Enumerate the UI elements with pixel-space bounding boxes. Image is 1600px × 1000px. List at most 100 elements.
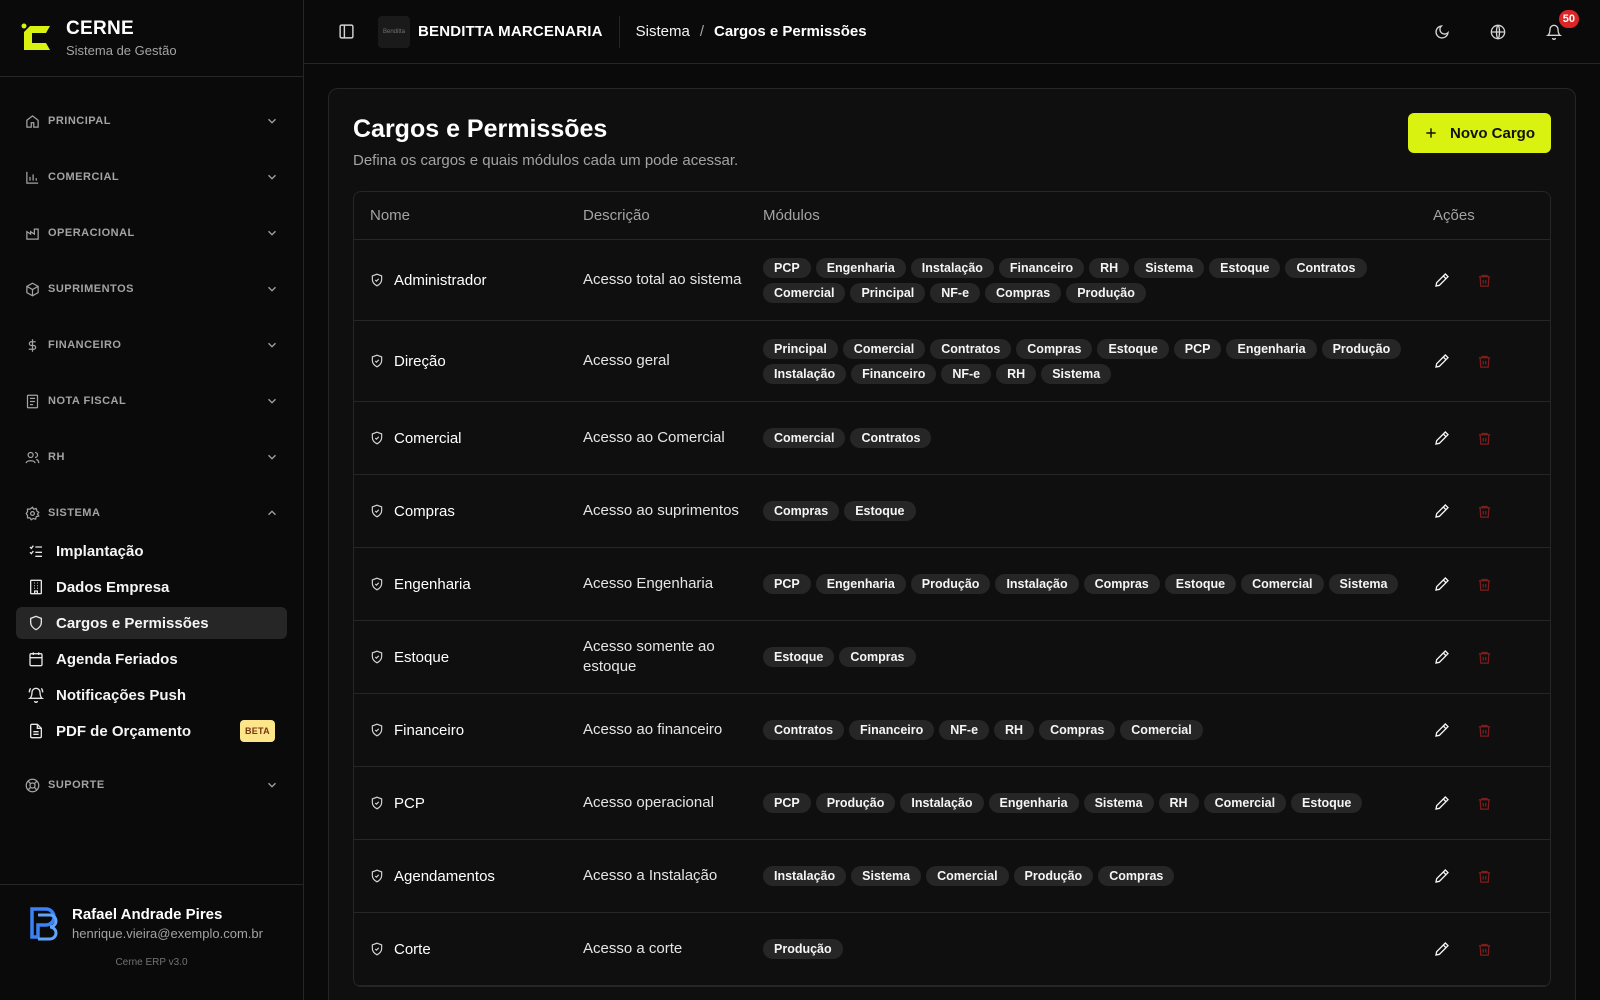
sidebar-section-sistema[interactable]: SISTEMA — [16, 485, 287, 541]
role-name: Corte — [394, 940, 431, 958]
sidebar-section-nota-fiscal[interactable]: NOTA FISCAL — [16, 373, 287, 429]
role-actions — [1417, 940, 1550, 958]
delete-button[interactable] — [1475, 648, 1493, 666]
breadcrumb-root[interactable]: Sistema — [636, 23, 690, 40]
module-tag: Engenharia — [1226, 338, 1317, 359]
chevron-down-icon — [265, 282, 279, 296]
divider — [618, 15, 620, 48]
role-actions — [1417, 271, 1550, 289]
breadcrumb-current: Cargos e Permissões — [713, 23, 867, 40]
module-tag: Engenharia — [988, 793, 1079, 813]
table-row: Direção Acesso geral Principal Comercial Con… — [354, 321, 1550, 402]
theme-toggle-button[interactable] — [1430, 20, 1454, 44]
table-row: Engenharia Acesso Engenharia PCP Engenharia… — [354, 548, 1550, 621]
trash-icon — [1478, 274, 1490, 287]
toggle-sidebar-button[interactable] — [334, 20, 358, 44]
new-role-button[interactable]: Novo Cargo — [1408, 113, 1551, 153]
delete-button[interactable] — [1475, 575, 1493, 593]
delete-button[interactable] — [1475, 867, 1493, 885]
delete-button[interactable] — [1475, 502, 1493, 520]
sidebar-section-suprimentos[interactable]: SUPRIMENTOS — [16, 261, 287, 317]
module-tag: Compras — [1039, 720, 1116, 740]
company-name[interactable]: BENDITTA MARCENARIA — [418, 23, 603, 40]
module-tag: Estoque — [1164, 574, 1237, 594]
edit-button[interactable] — [1433, 648, 1451, 666]
table-header: Nome Descrição Módulos Ações — [354, 192, 1550, 240]
table-row: Comercial Acesso ao Comercial Comercial Con… — [354, 402, 1550, 475]
sidebar-section-suporte[interactable]: SUPORTE — [16, 757, 287, 813]
sidebar-section-label: COMERCIAL — [48, 171, 120, 183]
module-tag: Instalação — [763, 866, 847, 886]
role-name: Engenharia — [394, 575, 471, 593]
module-tag: NF-e — [941, 363, 992, 384]
sidebar-item-cargos-permissoes[interactable]: Cargos e Permissões — [16, 607, 287, 639]
edit-button[interactable] — [1433, 575, 1451, 593]
sidebar-section-comercial[interactable]: COMERCIAL — [16, 149, 287, 205]
delete-button[interactable] — [1475, 794, 1493, 812]
delete-button[interactable] — [1475, 429, 1493, 447]
edit-button[interactable] — [1433, 502, 1451, 520]
notifications-button[interactable]: 50 — [1542, 9, 1579, 44]
module-tag: Engenharia — [815, 257, 906, 278]
sidebar-item-agenda-feriados[interactable]: Agenda Feriados — [16, 643, 287, 675]
delete-button[interactable] — [1475, 271, 1493, 289]
sidebar-item-label: Dados Empresa — [56, 578, 170, 596]
receipt-icon — [24, 393, 40, 409]
sidebar-section-financeiro[interactable]: FINANCEIRO — [16, 317, 287, 373]
brand-name: CERNE — [66, 18, 135, 39]
sidebar-item-dados-empresa[interactable]: Dados Empresa — [16, 571, 287, 603]
delete-button[interactable] — [1475, 721, 1493, 739]
pencil-icon — [1435, 869, 1449, 883]
edit-button[interactable] — [1433, 940, 1451, 958]
sidebar-item-notificacoes-push[interactable]: Notificações Push — [16, 679, 287, 711]
role-name-cell: Compras — [354, 503, 583, 520]
sidebar-section-operacional[interactable]: OPERACIONAL — [16, 205, 287, 261]
delete-button[interactable] — [1475, 352, 1493, 370]
table-row: Financeiro Acesso ao financeiro Contratos F… — [354, 694, 1550, 767]
sidebar-section-principal[interactable]: PRINCIPAL — [16, 93, 287, 149]
role-description: Acesso total ao sistema — [583, 271, 742, 288]
module-tag: PCP — [1173, 338, 1222, 359]
edit-button[interactable] — [1433, 794, 1451, 812]
brand-subtitle: Sistema de Gestão — [66, 43, 177, 58]
sidebar-item-pdf-orcamento[interactable]: PDF de Orçamento BETA — [16, 715, 287, 747]
role-actions — [1417, 794, 1550, 812]
module-tag: Comercial — [1241, 574, 1324, 594]
delete-button[interactable] — [1475, 940, 1493, 958]
module-tag: Comercial — [842, 338, 926, 359]
role-actions — [1417, 575, 1550, 593]
lifebuoy-icon — [24, 777, 40, 793]
role-actions — [1417, 867, 1550, 885]
sidebar-item-implantacao[interactable]: Implantação — [16, 535, 287, 567]
shield-check-icon — [370, 504, 384, 518]
role-name: Compras — [394, 502, 455, 520]
edit-button[interactable] — [1433, 721, 1451, 739]
sidebar-section-label: NOTA FISCAL — [48, 395, 127, 407]
avatar — [24, 905, 60, 941]
chevron-down-icon — [265, 170, 279, 184]
language-button[interactable] — [1486, 20, 1510, 44]
module-tag: Produção — [1066, 282, 1146, 303]
chevron-down-icon — [265, 226, 279, 240]
module-tag: NF-e — [930, 282, 981, 303]
shield-check-icon — [370, 942, 384, 956]
user-panel[interactable]: Rafael Andrade Pires henrique.vieira@exe… — [0, 884, 303, 1000]
module-tag: Financeiro — [849, 720, 935, 740]
module-tag: Comercial — [926, 866, 1009, 886]
module-tag: NF-e — [939, 720, 990, 740]
role-description: Acesso ao suprimentos — [583, 502, 739, 519]
role-name-cell: Administrador — [354, 272, 583, 289]
module-tag: Compras — [839, 647, 916, 667]
user-name: Rafael Andrade Pires — [72, 905, 223, 923]
sidebar-section-rh[interactable]: RH — [16, 429, 287, 485]
role-description: Acesso a corte — [583, 940, 683, 957]
role-name: PCP — [394, 794, 425, 812]
table-row: Corte Acesso a corte Produção — [354, 913, 1550, 986]
new-role-label: Novo Cargo — [1449, 124, 1535, 142]
edit-button[interactable] — [1433, 352, 1451, 370]
edit-button[interactable] — [1433, 867, 1451, 885]
plus-icon — [1426, 128, 1436, 138]
edit-button[interactable] — [1433, 271, 1451, 289]
edit-button[interactable] — [1433, 429, 1451, 447]
module-tag: Principal — [763, 338, 838, 359]
